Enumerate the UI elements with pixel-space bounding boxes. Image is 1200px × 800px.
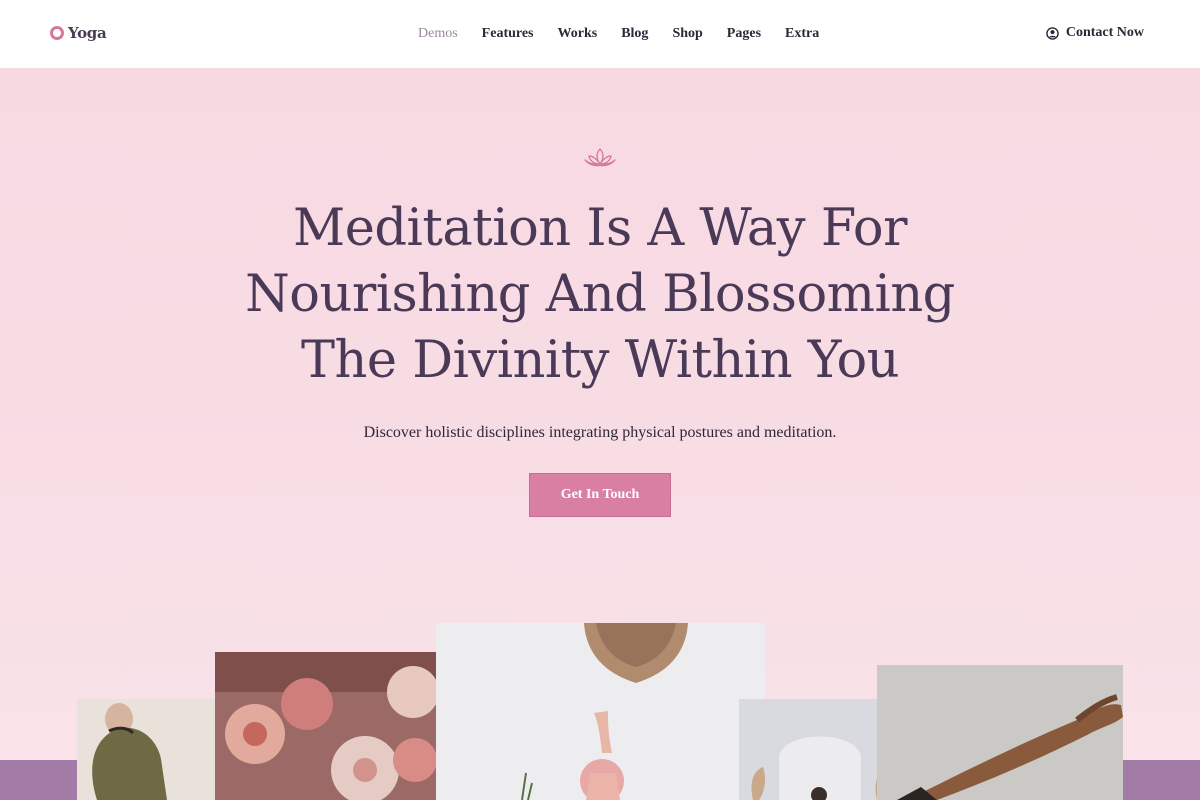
nav-item-pages[interactable]: Pages xyxy=(727,26,761,42)
headline-line: Nourishing And Blossoming xyxy=(245,265,955,324)
lotus-icon xyxy=(583,146,617,172)
gallery-image-woman-sweater xyxy=(77,699,217,800)
headline-line: Meditation Is A Way For xyxy=(293,199,908,258)
logo-text: Yoga xyxy=(68,24,107,42)
nav-item-works[interactable]: Works xyxy=(558,26,598,42)
contact-now-label: Contact Now xyxy=(1065,25,1144,40)
nav-item-extra[interactable]: Extra xyxy=(785,26,819,42)
site-header: Yoga Demos Features Works Blog Shop Page… xyxy=(0,0,1200,68)
hero-headline: Meditation Is A Way For Nourishing And B… xyxy=(200,196,1000,394)
gallery-image-yoga-pose xyxy=(436,623,765,800)
headline-line: The Divinity Within You xyxy=(300,331,900,390)
logo[interactable]: Yoga xyxy=(50,24,107,42)
nav-item-blog[interactable]: Blog xyxy=(621,26,648,42)
nav-item-features[interactable]: Features xyxy=(482,26,534,42)
logo-ring-icon xyxy=(50,26,64,40)
contact-now-link[interactable]: Contact Now xyxy=(1046,25,1144,41)
hero-subtitle: Discover holistic disciplines integratin… xyxy=(363,424,837,441)
get-in-touch-button[interactable]: Get In Touch xyxy=(529,473,671,517)
nav-item-demos[interactable]: Demos xyxy=(418,26,458,42)
main-nav: Demos Features Works Blog Shop Pages Ext… xyxy=(406,0,831,68)
gallery-image-flowers xyxy=(215,652,436,800)
nav-item-shop[interactable]: Shop xyxy=(672,26,702,42)
user-circle-icon xyxy=(1046,26,1059,40)
gallery-image-legs-stretch xyxy=(877,665,1123,800)
